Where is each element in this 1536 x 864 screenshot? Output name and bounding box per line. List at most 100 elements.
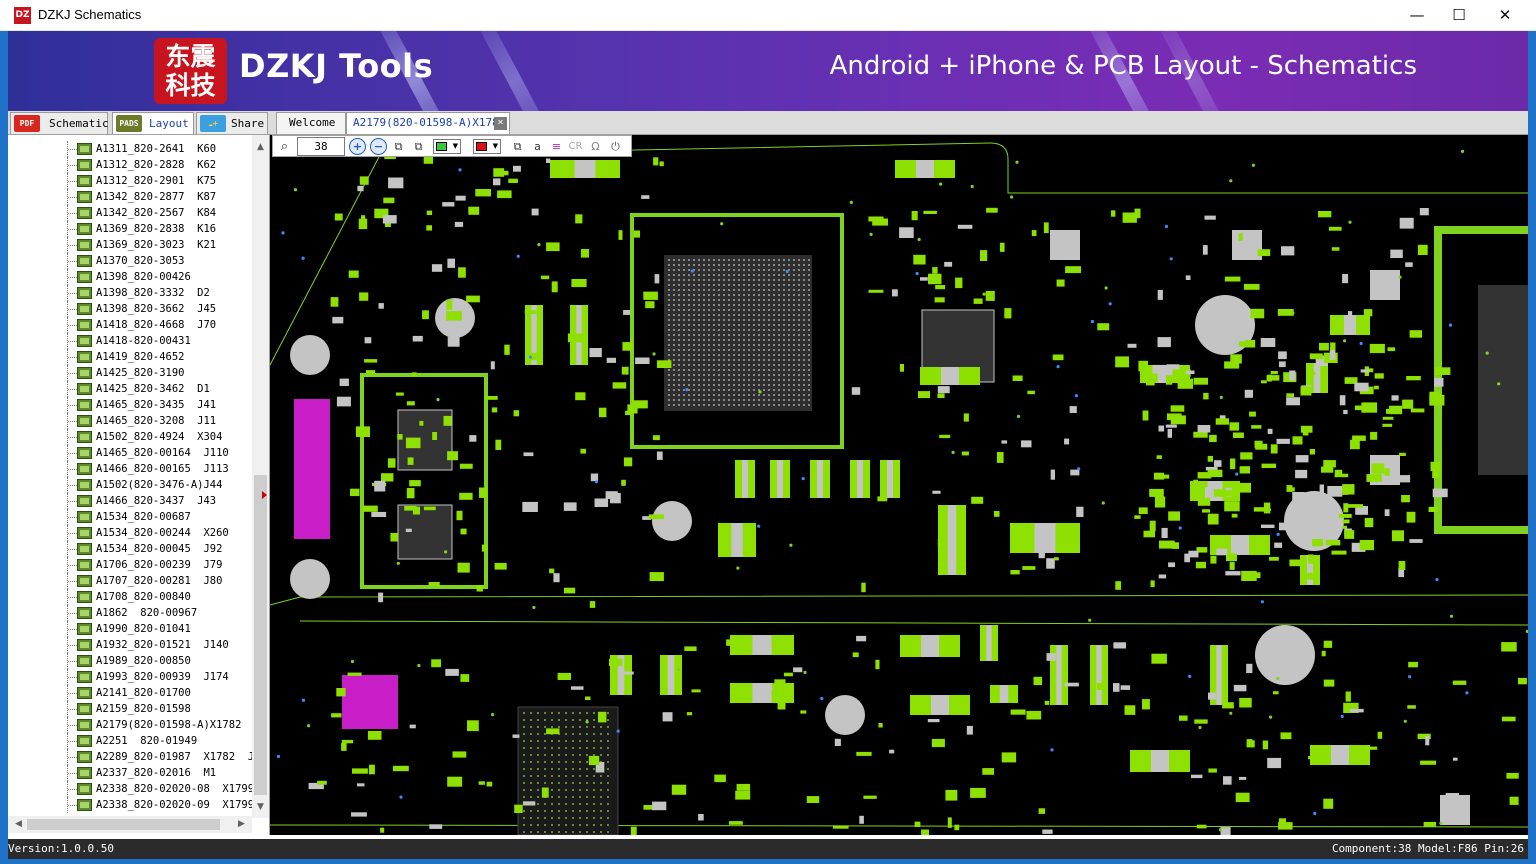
mirror-board-icon[interactable]: ⧉: [410, 138, 427, 155]
tree-item[interactable]: A1707_820-00281 J80: [8, 573, 252, 589]
pcb-board-drawing[interactable]: [270, 135, 1528, 835]
tab-schematic[interactable]: PDF Schematic: [10, 112, 109, 134]
tree-item[interactable]: A1311_820-2641 K60: [8, 141, 252, 157]
tree-item[interactable]: A1418-820-00431: [8, 333, 252, 349]
tree-item[interactable]: A1398_820-3332 D2: [8, 285, 252, 301]
soc-ball: [668, 404, 670, 406]
close-tab-icon[interactable]: ×: [494, 117, 507, 130]
tree-item[interactable]: A1465_820-3208 J11: [8, 413, 252, 429]
flip-board-icon[interactable]: ⧉: [390, 138, 407, 155]
tree-item[interactable]: A2289_820-01987 X1782 J22: [8, 749, 252, 765]
tree-item[interactable]: A1534_820-00687: [8, 509, 252, 525]
tree-item[interactable]: A1465_820-00164 J110: [8, 445, 252, 461]
test-point: [600, 754, 602, 756]
tree-item[interactable]: A1419_820-4652: [8, 349, 252, 365]
zoom-in-icon[interactable]: +: [349, 138, 366, 155]
text-label-icon[interactable]: a: [529, 138, 546, 155]
zoom-out-icon[interactable]: −: [370, 138, 387, 155]
soc-ball: [723, 294, 725, 296]
soc-ball: [693, 349, 695, 351]
tree-item[interactable]: A2251 820-01949: [8, 733, 252, 749]
tree-item[interactable]: A1466_820-3437 J43: [8, 493, 252, 509]
tree-item[interactable]: A1990_820-01041: [8, 621, 252, 637]
tree-item[interactable]: A2338_820-02020-09 X1799: [8, 797, 252, 813]
scroll-thumb-horizontal[interactable]: [27, 819, 220, 830]
tree-item[interactable]: A1425_820-3190: [8, 365, 252, 381]
tab-layout[interactable]: PADS Layout: [112, 112, 194, 134]
tab-share[interactable]: ☁+ Share: [196, 112, 268, 134]
top-layer-color-select[interactable]: ▼: [433, 139, 461, 154]
soc-ball: [733, 339, 735, 341]
tree-item[interactable]: A1502(820-3476-A)J44: [8, 477, 252, 493]
tree-item[interactable]: A1312_820-2828 K62: [8, 157, 252, 173]
tree-item[interactable]: A2338_820-02020-08 X1799: [8, 781, 252, 797]
soc-ball: [713, 404, 715, 406]
maximize-button[interactable]: ☐: [1436, 0, 1482, 31]
tree-item[interactable]: A2179(820-01598-A)X1782: [8, 717, 252, 733]
doc-tab-a2179[interactable]: A2179(820-01598-A)X1782 ×: [346, 112, 510, 134]
soc-ball: [798, 394, 800, 396]
doc-tab-a2179-label: A2179(820-01598-A)X1782: [353, 116, 506, 129]
tree-item[interactable]: A1534_820-00244 X260: [8, 525, 252, 541]
tree-item[interactable]: A1342_820-2567 K84: [8, 205, 252, 221]
panel-collapse-icon[interactable]: [262, 491, 267, 499]
tree-item[interactable]: A1342_820-2877 K87: [8, 189, 252, 205]
scroll-right-icon[interactable]: ▶: [233, 816, 250, 833]
test-point: [600, 733, 602, 735]
soc-ball: [783, 354, 785, 356]
tree-item[interactable]: A1466_820-00165 J113: [8, 461, 252, 477]
ohm-button[interactable]: Ω: [587, 138, 604, 155]
cr-button[interactable]: CR: [567, 138, 584, 155]
smd-component: [1021, 440, 1032, 448]
scroll-down-icon[interactable]: ▼: [252, 799, 269, 816]
smd-component: [1295, 455, 1309, 463]
close-button[interactable]: ✕: [1482, 0, 1528, 31]
tree-item[interactable]: A2337_820-02016 M1: [8, 765, 252, 781]
soc-ball: [668, 264, 670, 266]
tree-item[interactable]: A1425_820-3462 D1: [8, 381, 252, 397]
tree-item[interactable]: A1989_820-00850: [8, 653, 252, 669]
soc-ball: [723, 364, 725, 366]
tree-item[interactable]: A1312_820-2901 K75: [8, 173, 252, 189]
list-icon[interactable]: ≡: [548, 138, 565, 155]
tree-item[interactable]: A1862 820-00967: [8, 605, 252, 621]
tree-item[interactable]: A1502_820-4924 X304: [8, 429, 252, 445]
tree-item[interactable]: A1993_820-00939 J174: [8, 669, 252, 685]
tree-item[interactable]: A2159_820-01598: [8, 701, 252, 717]
scroll-up-icon[interactable]: ▲: [252, 139, 269, 156]
soc-ball: [808, 284, 810, 286]
smd-component: [1399, 452, 1406, 456]
search-icon[interactable]: ⌕: [276, 138, 293, 155]
minimize-button[interactable]: —: [1394, 0, 1440, 31]
tree-item[interactable]: A1369_820-2838 K16: [8, 221, 252, 237]
soc-ball: [753, 299, 755, 301]
tree-item[interactable]: A1398_820-00426: [8, 269, 252, 285]
power-icon[interactable]: ⏻: [607, 138, 624, 155]
soc-ball: [733, 304, 735, 306]
tree-item[interactable]: A1932_820-01521 J140: [8, 637, 252, 653]
soc-ball: [728, 384, 730, 386]
tree-item[interactable]: A1708_820-00840: [8, 589, 252, 605]
doc-tab-welcome[interactable]: Welcome: [276, 112, 346, 134]
tree-item[interactable]: A1534_820-00045 J92: [8, 541, 252, 557]
scroll-left-icon[interactable]: ◀: [10, 816, 27, 833]
bottom-layer-color-select[interactable]: ▼: [473, 139, 501, 154]
zoom-input[interactable]: 38: [297, 137, 345, 156]
soc-ball: [803, 264, 805, 266]
soc-ball: [728, 274, 730, 276]
tree-item[interactable]: A1706_820-00239 J79: [8, 557, 252, 573]
scroll-thumb[interactable]: [254, 475, 267, 795]
tree-item[interactable]: A1418_820-4668 J70: [8, 317, 252, 333]
tree-horizontal-scrollbar[interactable]: ◀ ▶: [8, 816, 252, 833]
pcb-layout-view[interactable]: [270, 135, 1528, 835]
tree-item[interactable]: A1465_820-3435 J41: [8, 397, 252, 413]
copy-icon[interactable]: ⧉: [509, 138, 526, 155]
smd-component: [1233, 432, 1244, 438]
tree-item[interactable]: A1369_820-3023 K21: [8, 237, 252, 253]
tree-item[interactable]: A2141_820-01700: [8, 685, 252, 701]
soc-ball: [798, 339, 800, 341]
tree-vertical-scrollbar[interactable]: ▲ ▼: [252, 135, 269, 818]
tree-item[interactable]: A1398_820-3662 J45: [8, 301, 252, 317]
tree-item[interactable]: A1370_820-3053: [8, 253, 252, 269]
smd-component: [1398, 560, 1406, 570]
